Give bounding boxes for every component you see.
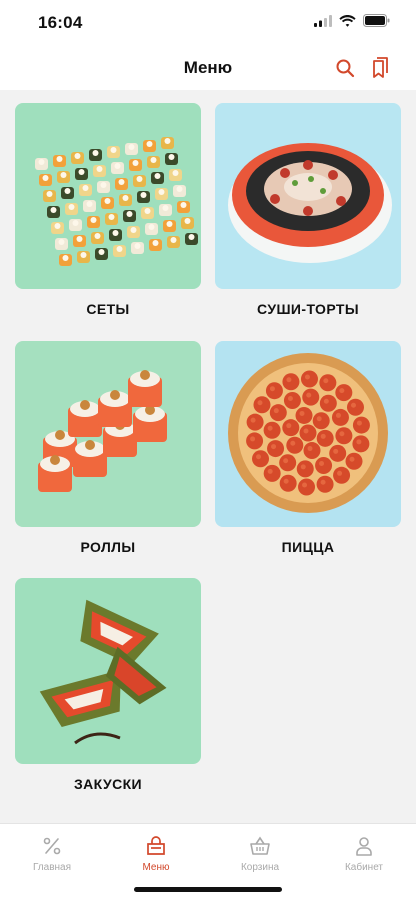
category-card-pizza[interactable]: ПИЦЦА — [215, 341, 401, 555]
tab-bar: Главная Меню Корзина Кабинет — [0, 823, 416, 900]
tab-label: Главная — [32, 862, 72, 873]
tab-menu[interactable]: Меню — [116, 834, 196, 873]
tab-home[interactable]: Главная — [12, 834, 92, 873]
category-label: РОЛЛЫ — [80, 539, 136, 555]
sushi-set-photo — [15, 103, 201, 289]
tab-label: Кабинет — [344, 862, 384, 873]
snacks-photo — [15, 578, 201, 764]
tab-account[interactable]: Кабинет — [324, 834, 404, 873]
status-time: 16:04 — [38, 13, 83, 32]
category-label: ПИЦЦА — [281, 539, 335, 555]
search-icon — [336, 59, 355, 78]
status-bar: 16:04 — [0, 0, 416, 46]
category-card-snacks[interactable]: ЗАКУСКИ — [15, 578, 201, 792]
bookmarks-icon — [373, 57, 388, 78]
category-card-sets[interactable]: СЕТЫ — [15, 103, 201, 317]
battery-icon — [363, 14, 390, 32]
signal-icon — [314, 14, 332, 32]
sushi-cake-photo — [215, 103, 401, 289]
favorites-button[interactable] — [369, 56, 393, 80]
tab-label: Меню — [142, 862, 170, 873]
menu-bag-icon — [147, 836, 165, 855]
profile-icon — [356, 837, 372, 856]
tab-label: Корзина — [240, 862, 280, 873]
category-card-sushi-cakes[interactable]: СУШИ-ТОРТЫ — [215, 103, 401, 317]
pizza-photo — [215, 341, 401, 527]
category-card-rolls[interactable]: РОЛЛЫ — [15, 341, 201, 555]
category-label: СЕТЫ — [86, 301, 130, 317]
rolls-photo — [15, 341, 201, 527]
wifi-icon — [339, 14, 356, 32]
search-button[interactable] — [333, 56, 357, 80]
category-label: СУШИ-ТОРТЫ — [257, 301, 359, 317]
category-label: ЗАКУСКИ — [73, 776, 142, 792]
navigation-bar: Меню — [0, 46, 416, 90]
status-icons — [314, 14, 390, 32]
home-indicator — [134, 887, 282, 892]
basket-icon — [250, 836, 270, 855]
percent-icon — [43, 837, 61, 855]
tab-cart[interactable]: Корзина — [220, 834, 300, 873]
